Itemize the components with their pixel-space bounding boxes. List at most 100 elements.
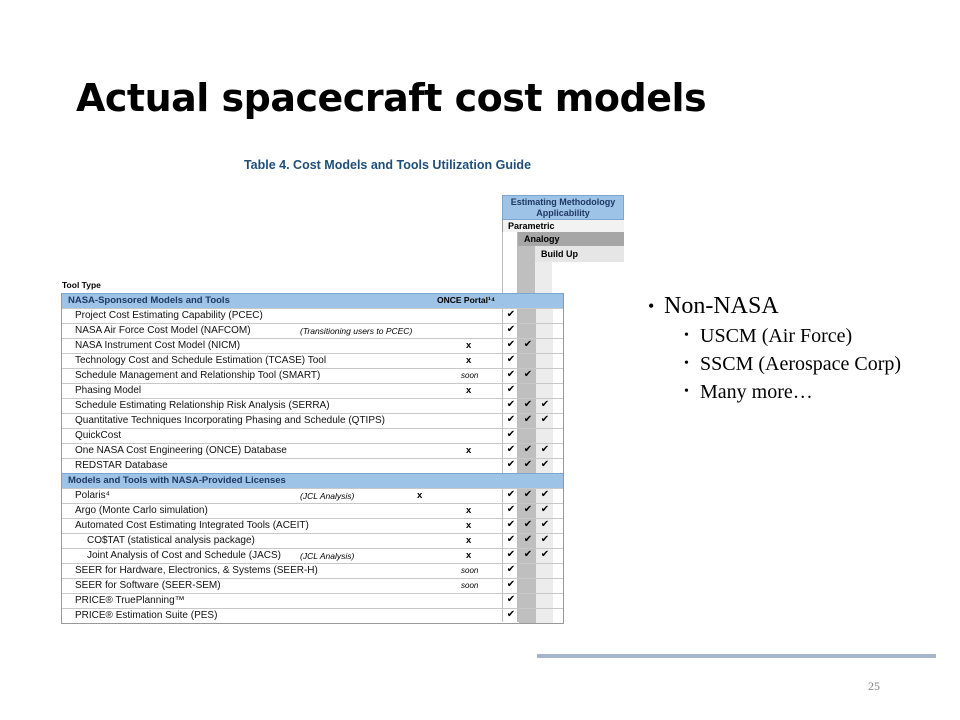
once-portal-mark: x — [466, 505, 472, 516]
table-row: NASA Air Force Cost Model (NAFCOM) (Trans… — [62, 323, 563, 338]
parametric-check-icon: ✔ — [506, 384, 516, 395]
column-shading — [536, 579, 553, 593]
tool-name: SEER for Software (SEER-SEM) — [75, 580, 221, 591]
column-shading — [536, 354, 553, 368]
column-shading — [519, 564, 536, 578]
buildup-check-icon: ✔ — [540, 444, 550, 455]
bullet-sub: SSCM (Aerospace Corp) — [648, 352, 938, 376]
table-caption: Table 4. Cost Models and Tools Utilizati… — [243, 158, 532, 172]
table-row: QuickCost ✔ — [62, 428, 563, 443]
column-shading — [536, 324, 553, 338]
once-portal-mark: x — [466, 340, 472, 351]
analogy-check-icon: ✔ — [523, 459, 533, 470]
table-row: Schedule Management and Relationship Too… — [62, 368, 563, 383]
column-shading — [536, 339, 553, 353]
table-row: Automated Cost Estimating Integrated Too… — [62, 518, 563, 533]
parametric-check-icon: ✔ — [506, 429, 516, 440]
table-row: NASA Instrument Cost Model (NICM) x ✔ ✔ — [62, 338, 563, 353]
parametric-check-icon: ✔ — [506, 489, 516, 500]
buildup-header: Build Up — [535, 246, 624, 262]
table-row: SEER for Software (SEER-SEM) soon ✔ — [62, 578, 563, 593]
once-portal-soon: soon — [461, 581, 479, 590]
tool-name: SEER for Hardware, Electronics, & System… — [75, 565, 318, 576]
buildup-check-icon: ✔ — [540, 399, 550, 410]
tool-note: (JCL Analysis) — [300, 491, 355, 501]
buildup-check-icon: ✔ — [540, 534, 550, 545]
parametric-check-icon: ✔ — [506, 504, 516, 515]
parametric-check-icon: ✔ — [506, 564, 516, 575]
table-section-header: Models and Tools with NASA-Provided Lice… — [62, 473, 563, 488]
bullet-sub: Many more… — [648, 380, 938, 404]
parametric-check-icon: ✔ — [506, 399, 516, 410]
once-portal-mark: x — [417, 490, 423, 501]
bullet-main: Non-NASA — [648, 292, 938, 320]
parametric-check-icon: ✔ — [506, 339, 516, 350]
parametric-check-icon: ✔ — [506, 354, 516, 365]
table-row: Phasing Model x ✔ — [62, 383, 563, 398]
once-portal-mark: x — [466, 520, 472, 531]
analogy-check-icon: ✔ — [523, 339, 533, 350]
once-portal-mark: x — [466, 535, 472, 546]
table-row: Schedule Estimating Relationship Risk An… — [62, 398, 563, 413]
column-shading — [519, 594, 536, 608]
tool-name: Polaris⁴ — [75, 490, 110, 501]
buildup-check-icon: ✔ — [540, 489, 550, 500]
tool-name: One NASA Cost Engineering (ONCE) Databas… — [75, 445, 287, 456]
column-shading — [536, 594, 553, 608]
once-portal-soon: soon — [461, 566, 479, 575]
tool-name: REDSTAR Database — [75, 460, 168, 471]
table-row: Project Cost Estimating Capability (PCEC… — [62, 308, 563, 323]
parametric-check-icon: ✔ — [506, 549, 516, 560]
once-portal-mark: x — [466, 550, 472, 561]
tool-name: PRICE® Estimation Suite (PES) — [75, 610, 218, 621]
column-shading — [519, 579, 536, 593]
column-shading — [519, 609, 536, 623]
buildup-check-icon: ✔ — [540, 504, 550, 515]
column-shading — [519, 324, 536, 338]
tool-name: PRICE® TruePlanning™ — [75, 595, 185, 606]
tool-name: Phasing Model — [75, 385, 142, 396]
parametric-check-icon: ✔ — [506, 309, 516, 320]
slide-title: Actual spacecraft cost models — [76, 76, 707, 120]
page-number: 25 — [868, 679, 880, 693]
column-shading — [536, 309, 553, 323]
parametric-check-icon: ✔ — [506, 579, 516, 590]
tool-name: Models and Tools with NASA-Provided Lice… — [68, 475, 286, 486]
once-portal-mark: x — [466, 355, 472, 366]
tool-note: (JCL Analysis) — [300, 551, 355, 561]
parametric-check-icon: ✔ — [506, 414, 516, 425]
parametric-check-icon: ✔ — [506, 444, 516, 455]
once-portal-label: ONCE Portal¹⁴ — [437, 295, 496, 305]
buildup-check-icon: ✔ — [540, 549, 550, 560]
analogy-check-icon: ✔ — [523, 489, 533, 500]
tool-name: Project Cost Estimating Capability (PCEC… — [75, 310, 263, 321]
bullet-list: Non-NASA USCM (Air Force) SSCM (Aerospac… — [648, 292, 938, 404]
column-shading — [536, 369, 553, 383]
tool-type-label: Tool Type — [62, 280, 101, 290]
once-portal-mark: x — [466, 385, 472, 396]
parametric-check-icon: ✔ — [506, 369, 516, 380]
table-row: Technology Cost and Schedule Estimation … — [62, 353, 563, 368]
table-section-header: NASA-Sponsored Models and Tools ONCE Port… — [62, 293, 563, 308]
tool-name: Automated Cost Estimating Integrated Too… — [75, 520, 309, 531]
column-shading — [536, 609, 553, 623]
table-row: PRICE® TruePlanning™ ✔ — [62, 593, 563, 608]
column-shading — [536, 564, 553, 578]
parametric-check-icon: ✔ — [506, 609, 516, 620]
parametric-header: Parametric — [502, 220, 624, 232]
tool-name: Quantitative Techniques Incorporating Ph… — [75, 415, 385, 426]
analogy-header: Analogy — [518, 232, 624, 246]
analogy-check-icon: ✔ — [523, 549, 533, 560]
footer-divider — [537, 654, 936, 658]
buildup-check-icon: ✔ — [540, 414, 550, 425]
methodology-header: Estimating Methodology Applicability — [502, 195, 624, 220]
tool-name: NASA-Sponsored Models and Tools — [68, 295, 230, 306]
analogy-check-icon: ✔ — [523, 504, 533, 515]
tool-note: (Transitioning users to PCEC) — [300, 326, 413, 336]
tool-name: CO$TAT (statistical analysis package) — [87, 535, 255, 546]
parametric-check-icon: ✔ — [506, 459, 516, 470]
column-shading — [519, 384, 536, 398]
analogy-check-icon: ✔ — [523, 369, 533, 380]
table-row: REDSTAR Database ✔ ✔ ✔ — [62, 458, 563, 473]
table-row: Quantitative Techniques Incorporating Ph… — [62, 413, 563, 428]
